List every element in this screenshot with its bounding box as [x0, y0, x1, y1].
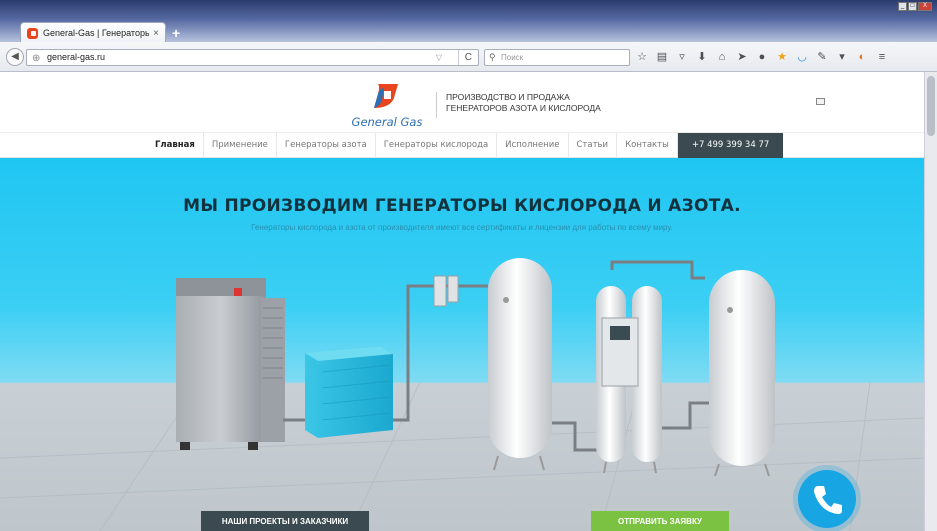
- browser-tab[interactable]: General-Gas | Генераторы к... ×: [20, 22, 166, 43]
- navigation-toolbar: ◀ ⊕ general-gas.ru ▽ C ⚲ Поиск ☆ ▤ ▿ ⬇ ⌂…: [0, 42, 937, 72]
- reload-icon[interactable]: C: [457, 50, 472, 65]
- window-controls: _ □ X: [898, 2, 932, 11]
- chat-icon[interactable]: ●: [756, 50, 768, 64]
- nav-item-oxygen-generators[interactable]: Генераторы кислорода: [376, 133, 498, 158]
- search-icon: ⚲: [489, 52, 496, 62]
- home-icon[interactable]: ⌂: [716, 50, 728, 64]
- sync-icon[interactable]: ◡: [796, 50, 808, 64]
- downloads-icon[interactable]: ⬇: [696, 50, 708, 64]
- general-gas-logo-icon: [374, 84, 398, 108]
- hero-title: МЫ ПРОИЗВОДИМ ГЕНЕРАТОРЫ КИСЛОРОДА И АЗО…: [183, 196, 741, 216]
- firefox-icon[interactable]: ◐: [856, 50, 868, 64]
- nav-item-nitrogen-generators[interactable]: Генераторы азота: [277, 133, 376, 158]
- send-icon[interactable]: ➤: [736, 50, 748, 64]
- address-bar[interactable]: ⊕ general-gas.ru ▽ C: [26, 49, 479, 66]
- search-placeholder: Поиск: [501, 53, 524, 62]
- main-navigation: Главная Применение Генераторы азота Гене…: [0, 132, 924, 158]
- reading-list-icon[interactable]: ▤: [656, 50, 668, 64]
- send-request-button[interactable]: ОТПРАВИТЬ ЗАЯВКУ: [591, 511, 729, 531]
- history-dropdown-icon[interactable]: ▽: [436, 50, 442, 65]
- scrollbar-thumb[interactable]: [927, 76, 935, 136]
- nav-item-contacts[interactable]: Контакты: [617, 133, 678, 158]
- mail-icon[interactable]: [816, 98, 825, 105]
- nav-item-application[interactable]: Применение: [204, 133, 277, 158]
- site-tagline: ПРОИЗВОДСТВО И ПРОДАЖА ГЕНЕРАТОРОВ АЗОТА…: [436, 92, 601, 118]
- back-button[interactable]: ◀: [6, 48, 24, 66]
- tools-icon[interactable]: ✎: [816, 50, 828, 64]
- site-logo[interactable]: General Gas: [342, 82, 430, 130]
- maximize-button[interactable]: □: [908, 2, 917, 11]
- page-scrollbar[interactable]: [924, 72, 937, 531]
- hero-subtitle: Генераторы кислорода и азота от производ…: [251, 223, 673, 232]
- extension-star-icon[interactable]: ★: [776, 50, 788, 64]
- phone-icon: [814, 486, 842, 514]
- phone-number-link[interactable]: +7 499 399 34 77: [677, 133, 784, 158]
- globe-icon: ⊕: [32, 53, 41, 64]
- search-input[interactable]: ⚲ Поиск: [484, 49, 630, 66]
- pocket-icon[interactable]: ▿: [676, 50, 688, 64]
- close-window-button[interactable]: X: [918, 2, 932, 11]
- tagline-line-2: ГЕНЕРАТОРОВ АЗОТА И КИСЛОРОДА: [446, 103, 601, 113]
- bookmark-star-icon[interactable]: ☆: [636, 50, 648, 64]
- tab-title: General-Gas | Генераторы к...: [43, 28, 150, 38]
- browser-window: General-Gas | Генераторы к... × + _ □ X …: [0, 0, 937, 531]
- new-tab-button[interactable]: +: [172, 25, 180, 41]
- web-page: General Gas ПРОИЗВОДСТВО И ПРОДАЖА ГЕНЕР…: [0, 72, 924, 531]
- minimize-button[interactable]: _: [898, 2, 907, 11]
- nav-item-home[interactable]: Главная: [147, 133, 204, 158]
- tab-close-button[interactable]: ×: [153, 28, 159, 39]
- call-button[interactable]: [798, 470, 856, 528]
- nav-item-articles[interactable]: Статьи: [569, 133, 618, 158]
- brand-name: General Gas: [351, 115, 423, 129]
- tab-strip: General-Gas | Генераторы к... × + _ □ X: [0, 0, 937, 43]
- projects-button[interactable]: НАШИ ПРОЕКТЫ И ЗАКАЗЧИКИ: [201, 511, 369, 531]
- overflow-dropdown-icon[interactable]: ▾: [836, 50, 848, 64]
- nav-item-execution[interactable]: Исполнение: [497, 133, 569, 158]
- url-text: general-gas.ru: [47, 52, 106, 62]
- site-favicon-icon: [27, 27, 38, 39]
- site-header: General Gas ПРОИЗВОДСТВО И ПРОДАЖА ГЕНЕР…: [0, 72, 924, 132]
- tagline-line-1: ПРОИЗВОДСТВО И ПРОДАЖА: [446, 92, 570, 102]
- menu-icon[interactable]: ≡: [876, 50, 888, 64]
- toolbar-icons: ☆ ▤ ▿ ⬇ ⌂ ➤ ● ★ ◡ ✎ ▾ ◐ ≡: [636, 50, 888, 64]
- hero-banner: МЫ ПРОИЗВОДИМ ГЕНЕРАТОРЫ КИСЛОРОДА И АЗО…: [0, 158, 924, 531]
